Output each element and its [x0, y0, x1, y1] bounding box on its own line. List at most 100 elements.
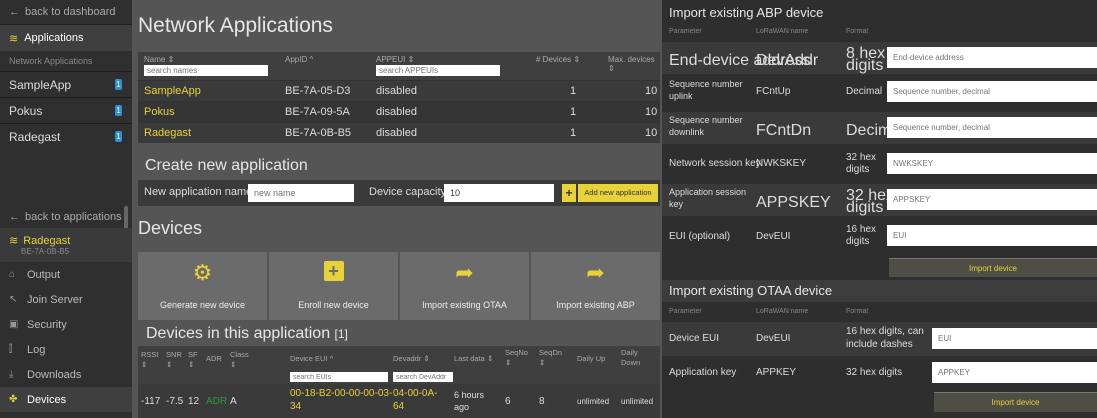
add-application-button[interactable]: Add new application: [578, 184, 658, 202]
import-abp-button[interactable]: ➦ Import existing ABP: [531, 252, 660, 320]
fcntup-input[interactable]: [887, 81, 1097, 102]
search-devaddr-input[interactable]: [393, 372, 453, 382]
sidebar-item-output[interactable]: ⌂ Output: [0, 262, 132, 287]
back-to-applications-label: back to applications: [25, 211, 122, 223]
col-seqdn[interactable]: SeqDn: [539, 348, 562, 357]
output-icon: ⌂: [9, 269, 16, 280]
tile-label: Generate new device: [159, 300, 246, 310]
last-data-cell: 6 hours: [454, 390, 485, 400]
col-last-data[interactable]: Last data ⇕: [454, 354, 493, 363]
col-appeui[interactable]: APPEUI ⇕: [376, 55, 414, 64]
col-devices[interactable]: # Devices ⇕: [536, 55, 580, 64]
sidebar-item-downloads[interactable]: ⤓ Downloads: [0, 362, 132, 387]
app-name-link[interactable]: Pokus: [144, 106, 175, 118]
col-rssi[interactable]: RSSI: [141, 350, 159, 359]
app-name-input[interactable]: [248, 184, 354, 202]
table-header: Name ⇕ AppID ^ APPEUI ⇕ # Devices ⇕ Max.…: [138, 52, 660, 80]
header-parameter: Parameter: [669, 308, 702, 315]
abp-row-appskey: Application session key APPSKEY 32 hex d…: [662, 184, 1097, 216]
sidebar-item-devices[interactable]: ✤ Devices: [0, 387, 132, 412]
daily-down-cell: unlimited: [621, 397, 654, 406]
abp-row-eui: EUI (optional) DevEUI 16 hex digits: [662, 222, 1097, 254]
last-data-cell-2: ago: [454, 402, 470, 412]
device-eui-link[interactable]: 00-18-B2-00-00-00-03-: [290, 388, 392, 399]
appskey-input[interactable]: [887, 189, 1097, 210]
capacity-label: Device capacity: [369, 186, 447, 198]
section-label: Network Applications: [9, 56, 93, 66]
sidebar-item-pokus[interactable]: Pokus 1: [0, 98, 132, 123]
col-sf[interactable]: SF: [188, 350, 198, 359]
search-appeuis-input[interactable]: [376, 65, 500, 76]
header-format: Format: [846, 28, 869, 35]
abp-row-fcntup: Sequence number uplink FCntUp Decimal: [662, 76, 1097, 108]
table-row[interactable]: Pokus BE-7A-09-5A disabled 1 10: [138, 101, 660, 122]
sort-icon[interactable]: ⇕: [505, 358, 511, 367]
col-max-devices[interactable]: Max. devices ⇕: [608, 55, 660, 73]
sidebar-item-join-server[interactable]: ↖ Join Server: [0, 287, 132, 312]
col-name[interactable]: Name ⇕: [144, 55, 174, 64]
col-daily-down-2: Down: [621, 358, 641, 367]
sort-icon[interactable]: ⇕: [188, 360, 194, 369]
search-names-input[interactable]: [144, 65, 268, 76]
lorawan-name: APPSKEY: [756, 194, 831, 211]
import-otaa-button[interactable]: ➦ Import existing OTAA: [400, 252, 529, 320]
sort-icon[interactable]: ⇕: [166, 360, 172, 369]
col-seqno[interactable]: SeqNo: [505, 348, 528, 357]
eui-input[interactable]: [887, 225, 1097, 246]
table-row[interactable]: -117 -7.5 12 ADR A 00-18-B2-00-00-00-03-…: [138, 384, 660, 418]
abp-row-nwkskey: Network session key NWKSKEY 32 hex digit…: [662, 150, 1097, 182]
sort-icon[interactable]: ⇕: [141, 360, 147, 369]
devaddr-cell: 04-00-0A-: [393, 388, 438, 399]
tile-label: Import existing OTAA: [422, 300, 507, 310]
header-lorawan: LoRaWAN name: [756, 28, 809, 35]
device-eui-link-2[interactable]: 34: [290, 401, 301, 412]
nwkskey-input[interactable]: [887, 153, 1097, 174]
enroll-device-button[interactable]: + Enroll new device: [269, 252, 398, 320]
menu-label: Output: [27, 268, 61, 281]
otaa-headers: Parameter LoRaWAN name Format: [662, 306, 1097, 320]
capacity-input[interactable]: [444, 184, 554, 202]
col-devaddr[interactable]: Devaddr ⇕: [393, 354, 430, 363]
table-row[interactable]: SampleApp BE-7A-05-D3 disabled 1 10: [138, 80, 660, 101]
current-app-name: Radegast: [23, 235, 71, 247]
col-device-eui[interactable]: Device EUI ^: [290, 354, 333, 363]
appid-cell: BE-7A-09-5A: [285, 106, 350, 118]
sidebar-item-radegast[interactable]: Radegast 1: [0, 124, 132, 149]
sort-icon[interactable]: ⇕: [539, 358, 545, 367]
col-snr[interactable]: SNR: [166, 350, 182, 359]
seqdn-cell: 8: [539, 396, 545, 407]
generate-device-button[interactable]: ⚙ Generate new device: [138, 252, 267, 320]
lock-icon: ▣: [9, 319, 19, 330]
format-label-2: digits: [846, 199, 884, 216]
import-abp-device-button[interactable]: Import device: [889, 258, 1097, 277]
sort-icon[interactable]: ⇕: [230, 360, 236, 369]
col-class[interactable]: Class: [230, 350, 249, 359]
otaa-row-appkey: Application key APPKEY 32 hex digits: [662, 360, 1097, 388]
devices-icon: ✤: [9, 394, 18, 405]
sidebar-item-sampleapp[interactable]: SampleApp 1: [0, 72, 132, 97]
param-label: Device EUI: [669, 333, 720, 344]
daily-up-cell: unlimited: [577, 397, 610, 406]
sidebar-item-log[interactable]: ⫿ Log: [0, 337, 132, 362]
import-otaa-device-button[interactable]: Import device: [934, 392, 1097, 412]
fcntdn-input[interactable]: [887, 117, 1097, 138]
table-row[interactable]: Radegast BE-7A-0B-B5 disabled 1 10: [138, 122, 660, 143]
sidebar-item-applications[interactable]: ≋ Applications: [0, 25, 132, 51]
param-label-2: uplink: [669, 91, 693, 101]
app-name-link[interactable]: Radegast: [144, 127, 191, 139]
col-appid[interactable]: AppID ^: [285, 55, 313, 64]
applications-label: Applications: [24, 32, 84, 44]
back-to-dashboard-link[interactable]: ← back to dashboard: [0, 0, 132, 24]
lorawan-name: FCntDn: [756, 122, 812, 139]
plus-icon[interactable]: +: [562, 184, 576, 202]
otaa-eui-input[interactable]: [932, 328, 1097, 349]
current-app[interactable]: ≋ Radegast BE-7A-0B-B5: [0, 228, 132, 262]
sidebar-item-security[interactable]: ▣ Security: [0, 312, 132, 337]
appkey-input[interactable]: [932, 362, 1097, 383]
network-apps-table: Name ⇕ AppID ^ APPEUI ⇕ # Devices ⇕ Max.…: [138, 52, 660, 143]
back-to-applications-link[interactable]: ← back to applications: [0, 206, 132, 228]
app-name-link[interactable]: SampleApp: [144, 85, 201, 97]
search-euis-input[interactable]: [290, 372, 388, 382]
devaddr-input[interactable]: [887, 47, 1097, 68]
app-menu: ← back to applications ≋ Radegast BE-7A-0…: [0, 206, 132, 412]
